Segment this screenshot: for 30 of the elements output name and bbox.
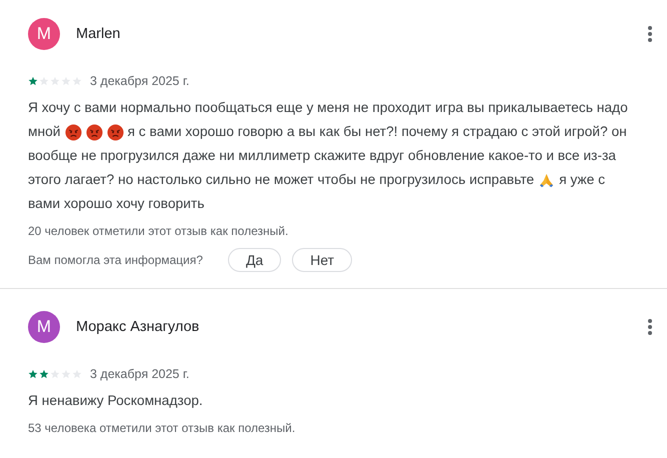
review-text: я с вами хорошо говорю а вы как бы нет?! почему я страдаю с этой игрой? он xyxy=(128,123,627,141)
review-text: этого лагает? но настолько сильно не может чтобы не прогрузилось исправьте xyxy=(28,171,534,189)
avatar: M xyxy=(28,311,60,343)
review-text: мной xyxy=(28,123,60,141)
author-name: Моракс Азнагулов xyxy=(76,319,200,335)
review-date: 3 декабря 2025 г. xyxy=(90,74,190,88)
star-icon xyxy=(28,369,38,379)
review-text: вообще не прогрузился даже ни миллиметр скажите вдруг обновление какое-то и все из-за xyxy=(28,147,616,165)
helpful-question: Вам помогла эта информация? xyxy=(28,253,203,267)
helpful-count: 53 человека отметили этот отзыв как полезный. xyxy=(28,421,296,435)
angry-face-icon xyxy=(106,124,124,140)
review-text: я уже с xyxy=(559,171,606,189)
review-text: Я хочу с вами нормально пообщаться еще у меня не проходит игра вы прикалываетесь надо xyxy=(28,99,628,117)
angry-face-icon xyxy=(64,124,82,140)
star-icon xyxy=(28,76,38,86)
star-icon xyxy=(39,369,49,379)
avatar: M xyxy=(28,18,60,50)
praying-hands-icon xyxy=(538,172,556,188)
vote-button[interactable]: Да xyxy=(228,248,282,272)
star-icon xyxy=(50,369,60,379)
review-text: Я ненавижу Роскомнадзор. xyxy=(28,392,203,410)
more-options-icon[interactable] xyxy=(647,318,653,336)
author-name: Marlen xyxy=(76,26,122,42)
vote-button[interactable]: Нет xyxy=(292,248,352,272)
more-options-icon[interactable] xyxy=(647,25,653,43)
review-text: вами хорошо хочу говорить xyxy=(28,195,204,213)
review-date: 3 декабря 2025 г. xyxy=(90,367,190,381)
helpful-count: 20 человек отметили этот отзыв как полезный. xyxy=(28,224,290,238)
star-icon xyxy=(39,76,49,86)
angry-face-icon xyxy=(86,124,102,140)
